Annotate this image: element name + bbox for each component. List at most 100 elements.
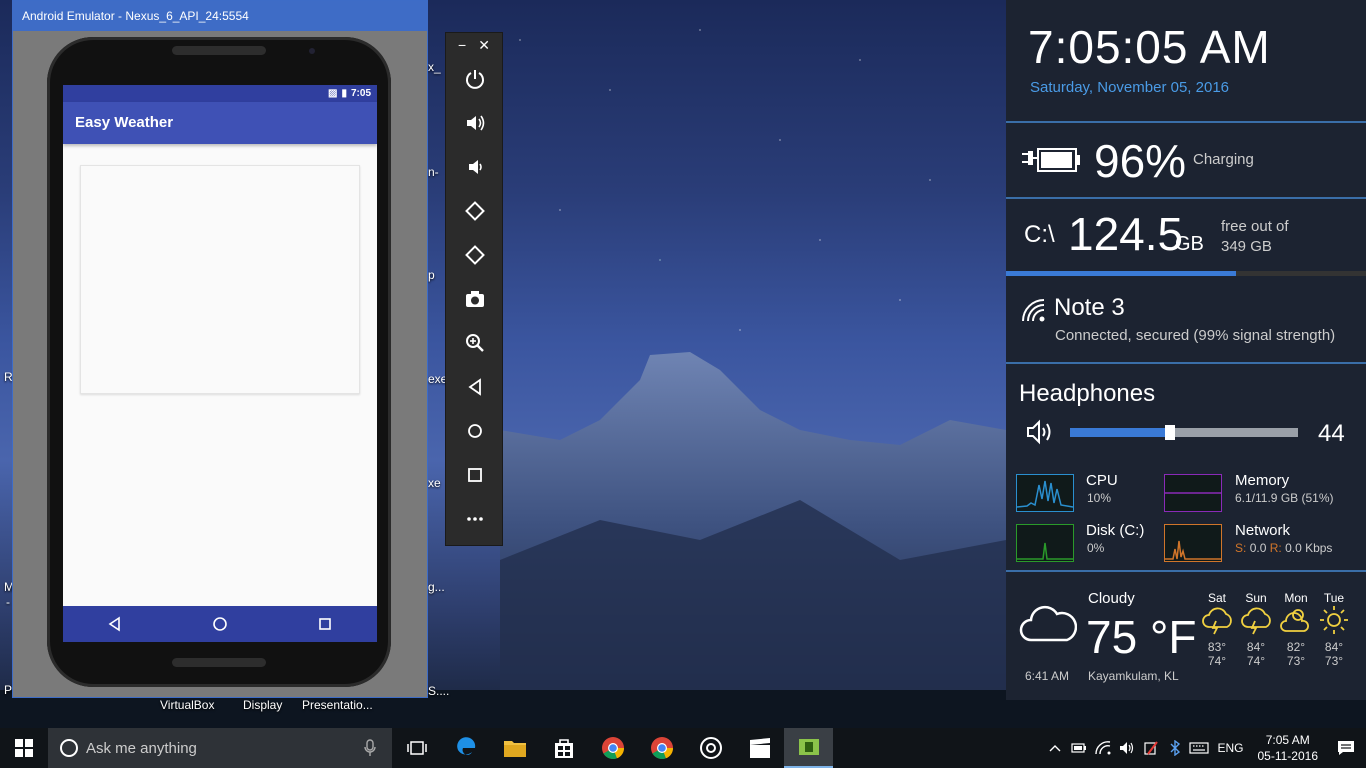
signal-icon: ▨ [328, 88, 338, 99]
storm-cloud-icon [1202, 607, 1232, 635]
taskbar-app-store[interactable] [539, 728, 588, 768]
weather-updated-time: 6:41 AM [1025, 669, 1070, 683]
audio-device-name: Headphones [1019, 380, 1156, 407]
weather-card[interactable] [80, 165, 360, 394]
forecast-high: 83° [1207, 640, 1227, 654]
zoom-button[interactable] [446, 321, 504, 365]
forecast-high: 84° [1324, 640, 1344, 654]
show-hidden-icons-button[interactable] [1043, 744, 1067, 752]
status-time: 7:05 [350, 88, 371, 99]
phone-speaker-top [172, 46, 266, 55]
rotate-left-icon [465, 201, 485, 221]
tray-time: 7:05 AM [1265, 733, 1310, 747]
nav-recents-icon[interactable] [317, 616, 333, 632]
volume-slider[interactable] [1070, 425, 1298, 440]
screenshot-button[interactable] [446, 277, 504, 321]
forecast-high: 82° [1286, 640, 1306, 654]
wifi-icon [1095, 741, 1111, 755]
volume-down-button[interactable] [446, 145, 504, 189]
power-button[interactable] [446, 57, 504, 101]
partly-sunny-icon [1280, 609, 1309, 632]
notification-icon [1338, 741, 1354, 755]
drive-label: C:\ [1024, 221, 1055, 248]
tray-clock[interactable]: 7:05 AM 05-11-2016 [1258, 732, 1319, 764]
desktop-icon-label[interactable]: S.... [428, 684, 449, 698]
clapperboard-icon [749, 738, 770, 758]
volume-down-icon [469, 160, 482, 174]
volume-up-button[interactable] [446, 101, 504, 145]
forecast-day: Tue 84° 73° [1314, 591, 1354, 668]
zoom-in-icon [466, 334, 484, 352]
overview-button[interactable] [446, 453, 504, 497]
desktop-folder-presentation[interactable]: Presentatio... [302, 698, 373, 712]
taskbar-app-android-emulator[interactable] [784, 728, 833, 768]
cortana-circle-icon [60, 739, 78, 757]
desktop-folder-virtualbox[interactable]: VirtualBox [160, 698, 214, 712]
desktop-folder-display[interactable]: Display [243, 698, 282, 712]
forecast-day-name: Mon [1284, 591, 1308, 605]
forecast-high: 84° [1246, 640, 1266, 654]
emulator-window[interactable]: Android Emulator - Nexus_6_API_24:5554 ▨… [12, 0, 428, 698]
tray-volume-button[interactable] [1115, 741, 1139, 755]
volume-slider-knob[interactable] [1165, 425, 1176, 440]
rotate-right-button[interactable] [446, 233, 504, 277]
overview-icon [468, 468, 482, 482]
keyboard-icon [1189, 742, 1210, 754]
drive-desc-line2: 349 GB [1221, 238, 1272, 255]
volume-icon [1120, 742, 1134, 754]
cloud-icon [1019, 605, 1077, 642]
desktop-icon-label[interactable]: g... [428, 580, 445, 594]
emulator-side-toolbar: − ✕ [445, 32, 503, 546]
back-icon [468, 378, 481, 396]
task-view-button[interactable] [392, 728, 441, 768]
camera-icon [466, 291, 484, 307]
tray-bluetooth-button[interactable] [1163, 740, 1187, 756]
minimize-button[interactable]: − [458, 33, 466, 57]
emulator-title-bar[interactable]: Android Emulator - Nexus_6_API_24:5554 [13, 1, 427, 31]
forecast-low: 73° [1286, 654, 1306, 668]
home-button[interactable] [446, 409, 504, 453]
power-icon [466, 70, 484, 89]
desktop-icon-label[interactable]: x_ [428, 60, 441, 74]
taskbar-app-chrome[interactable] [588, 728, 637, 768]
more-icon [467, 517, 483, 521]
desktop-icon-label[interactable]: n- [428, 165, 439, 179]
wifi-network-name: Note 3 [1054, 294, 1125, 321]
tray-battery-button[interactable] [1067, 742, 1091, 754]
tray-app-button[interactable] [1139, 740, 1163, 756]
more-button[interactable] [446, 497, 504, 541]
tray-language[interactable]: ENG [1217, 741, 1243, 755]
drive-free-value: 124.5 [1068, 208, 1184, 260]
tray-keyboard-button[interactable] [1187, 742, 1211, 754]
nav-back-icon[interactable] [107, 616, 123, 632]
taskbar: Ask me anything ENG 7:05 AM 05-11-2016 [0, 728, 1366, 768]
taskbar-app-edge[interactable] [441, 728, 490, 768]
volume-value: 44 [1318, 420, 1345, 447]
battery-plug-icon [1022, 148, 1080, 172]
rotate-left-button[interactable] [446, 189, 504, 233]
taskbar-app-groove[interactable] [686, 728, 735, 768]
close-button[interactable]: ✕ [478, 33, 490, 57]
volume-up-icon [467, 115, 485, 131]
nav-home-icon[interactable] [212, 616, 228, 632]
desktop-icon-label[interactable]: p [428, 268, 435, 282]
action-center-button[interactable] [1326, 740, 1366, 756]
tray-wifi-button[interactable] [1091, 741, 1115, 755]
android-status-bar: ▨ ▮ 7:05 [63, 85, 377, 102]
chevron-up-icon [1049, 745, 1061, 752]
desktop-icon-label[interactable]: xe [428, 476, 441, 490]
speaker-icon[interactable] [1026, 419, 1054, 445]
phone-frame: ▨ ▮ 7:05 Easy Weather [47, 37, 391, 687]
back-button[interactable] [446, 365, 504, 409]
phone-screen[interactable]: ▨ ▮ 7:05 Easy Weather [63, 85, 377, 642]
sun-icon [1320, 606, 1348, 634]
search-box[interactable]: Ask me anything [48, 728, 392, 768]
taskbar-app-chrome-2[interactable] [637, 728, 686, 768]
start-button[interactable] [0, 728, 48, 768]
taskbar-app-file-explorer[interactable] [490, 728, 539, 768]
wifi-status: Connected, secured (99% signal strength) [1055, 327, 1336, 344]
battery-state: Charging [1193, 151, 1254, 168]
microphone-icon[interactable] [364, 739, 376, 757]
desktop-icon-label[interactable]: - [6, 595, 10, 609]
taskbar-app-movies[interactable] [735, 728, 784, 768]
